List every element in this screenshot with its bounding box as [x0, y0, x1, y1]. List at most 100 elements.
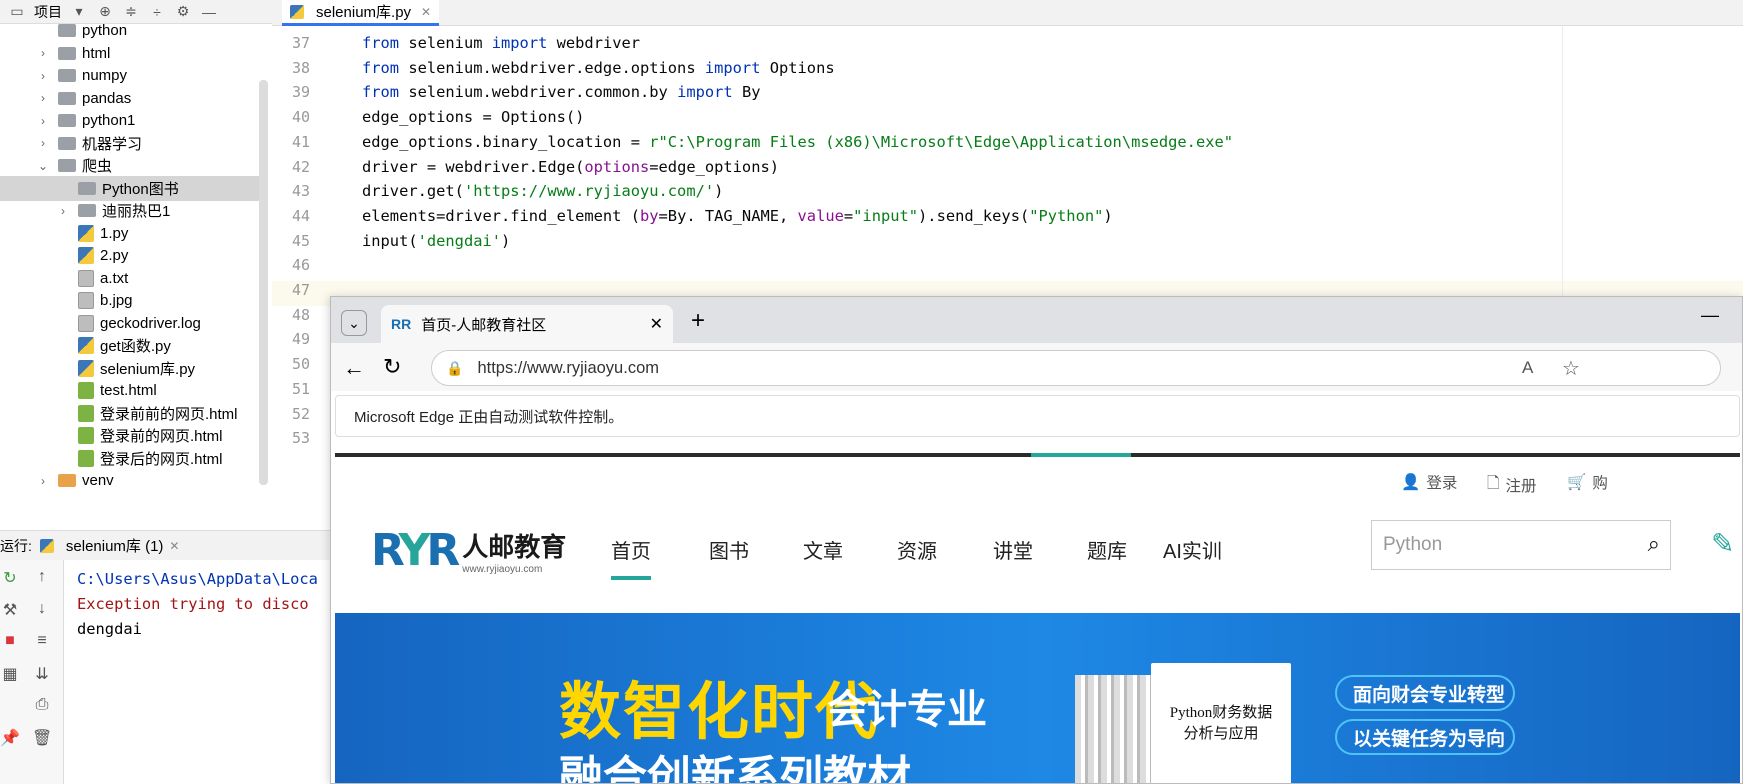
soft-wrap-icon[interactable]: ≡: [32, 632, 52, 650]
site-nav-item[interactable]: 题库: [1087, 535, 1127, 564]
promo-banner[interactable]: 数智化时代 会计专业 融合创新系列教材 Python财务数据 分析与应用 面向财…: [335, 613, 1740, 783]
layout-icon[interactable]: ▦: [0, 664, 20, 684]
read-aloud-icon[interactable]: A: [1522, 358, 1533, 378]
tree-item[interactable]: › python1: [0, 108, 262, 133]
tree-scrollbar[interactable]: [259, 80, 268, 485]
chevron-icon[interactable]: ›: [36, 91, 50, 105]
console-line: Exception trying to disco: [77, 595, 309, 613]
site-nav-item[interactable]: AI实训: [1163, 535, 1222, 564]
login-link[interactable]: 👤 登录: [1401, 471, 1457, 493]
tree-item-label: 2.py: [100, 247, 129, 264]
py-file-icon: [78, 224, 94, 242]
code-line[interactable]: edge_options.binary_location = r"C:\Prog…: [362, 133, 1233, 151]
chevron-down-icon[interactable]: ▾: [70, 3, 88, 20]
tree-item[interactable]: › venv: [0, 468, 262, 493]
tree-item[interactable]: a.txt: [0, 266, 262, 291]
site-search-input[interactable]: Python ⌕: [1371, 520, 1671, 570]
tree-item[interactable]: Python图书: [0, 175, 262, 201]
tree-item[interactable]: b.jpg: [0, 288, 262, 313]
chevron-icon[interactable]: ›: [36, 114, 50, 128]
folder-icon: ▭: [10, 3, 24, 19]
edit-icon[interactable]: ✎: [1711, 527, 1734, 560]
expand-all-icon[interactable]: ≑: [122, 3, 140, 20]
tab-actions-icon[interactable]: ⌄: [341, 310, 367, 336]
minimize-window-icon[interactable]: —: [1701, 305, 1719, 326]
browser-tab[interactable]: RR 首页-人邮教育社区 ✕: [381, 305, 673, 343]
chevron-icon[interactable]: ›: [36, 46, 50, 60]
line-number: 52: [291, 404, 310, 423]
refresh-icon[interactable]: ↻: [383, 354, 401, 380]
register-link[interactable]: 🗋 注册: [1487, 471, 1536, 498]
tree-item-label: 机器学习: [82, 135, 143, 153]
tree-item[interactable]: › 迪丽热巴1: [0, 198, 262, 223]
up-icon[interactable]: ↑: [32, 568, 52, 586]
project-label[interactable]: 项目: [34, 2, 62, 22]
site-nav-item[interactable]: 资源: [897, 535, 937, 564]
site-logo[interactable]: RYR 人邮教育 www.ryjiaoyu.com: [371, 525, 566, 576]
code-line[interactable]: from selenium import webdriver: [362, 34, 640, 52]
collapse-all-icon[interactable]: ÷: [148, 4, 166, 20]
code-line[interactable]: elements=driver.find_element (by=By. TAG…: [362, 207, 1113, 225]
gear-icon[interactable]: ⚙: [174, 3, 192, 20]
tree-item[interactable]: 2.py: [0, 243, 262, 268]
code-line[interactable]: from selenium.webdriver.common.by import…: [362, 83, 760, 101]
cart-link[interactable]: 🛒 购: [1567, 471, 1608, 493]
pin-icon[interactable]: 📌: [0, 728, 20, 748]
chevron-icon[interactable]: ⌄: [36, 159, 50, 173]
tree-item-label: get函数.py: [100, 338, 171, 355]
rerun-icon[interactable]: ↻: [0, 568, 20, 588]
wrench-icon[interactable]: ⚒: [0, 600, 20, 620]
code-line[interactable]: input('dengdai'): [362, 232, 510, 250]
tree-item[interactable]: 登录后的网页.html: [0, 446, 262, 471]
chevron-icon[interactable]: ›: [36, 69, 50, 83]
chevron-icon[interactable]: ›: [36, 474, 50, 488]
tree-item[interactable]: › 机器学习: [0, 131, 262, 156]
close-icon[interactable]: ✕: [421, 5, 431, 19]
folder-icon: [78, 181, 96, 195]
print-icon[interactable]: ⎙: [32, 696, 52, 714]
close-icon[interactable]: ✕: [169, 539, 179, 553]
tree-item[interactable]: test.html: [0, 378, 262, 403]
tree-item[interactable]: 1.py: [0, 221, 262, 246]
lock-icon[interactable]: 🔒: [446, 360, 463, 377]
scroll-to-end-icon[interactable]: ⇊: [32, 664, 52, 684]
tree-item[interactable]: 登录前的网页.html: [0, 423, 262, 448]
site-nav-item[interactable]: 讲堂: [993, 535, 1033, 564]
site-nav-item[interactable]: 首页: [611, 535, 651, 580]
tree-item[interactable]: selenium库.py: [0, 356, 262, 381]
code-line[interactable]: driver = webdriver.Edge(options=edge_opt…: [362, 158, 779, 176]
code-line[interactable]: driver.get('https://www.ryjiaoyu.com/'): [362, 182, 723, 200]
tree-item[interactable]: get函数.py: [0, 333, 262, 358]
tree-item[interactable]: 登录前前的网页.html: [0, 401, 262, 426]
run-tab[interactable]: selenium库 (1) ✕: [39, 535, 179, 556]
browser-navbar: ← ↻ 🔒 https://www.ryjiaoyu.com A ☆: [331, 343, 1742, 391]
minimize-icon[interactable]: —: [200, 4, 218, 20]
close-icon[interactable]: ✕: [650, 314, 663, 334]
tree-item-label: b.jpg: [100, 292, 133, 309]
site-nav-item[interactable]: 文章: [803, 535, 843, 564]
user-icon: 👤: [1401, 473, 1421, 491]
trash-icon[interactable]: 🗑: [32, 728, 52, 748]
tree-item[interactable]: › pandas: [0, 86, 262, 111]
favorite-star-icon[interactable]: ☆: [1562, 356, 1580, 381]
editor-tab[interactable]: selenium库.py ✕: [282, 0, 440, 26]
code-line[interactable]: edge_options = Options(): [362, 108, 584, 126]
console-output[interactable]: C:\Users\Asus\AppData\Loca Exception tryi…: [64, 560, 332, 784]
address-bar[interactable]: 🔒 https://www.ryjiaoyu.com A ☆: [431, 350, 1721, 386]
back-icon[interactable]: ←: [343, 355, 365, 381]
stop-icon[interactable]: ■: [0, 632, 20, 650]
chevron-icon[interactable]: ›: [36, 136, 50, 150]
banner-pill-1: 面向财会专业转型: [1335, 675, 1515, 711]
new-tab-icon[interactable]: +: [691, 307, 705, 335]
site-nav-item[interactable]: 图书: [709, 535, 749, 564]
chevron-icon[interactable]: ›: [56, 204, 70, 218]
tree-item[interactable]: › numpy: [0, 63, 262, 88]
locate-icon[interactable]: ⊕: [96, 3, 114, 20]
down-icon[interactable]: ↓: [32, 600, 52, 618]
tree-item[interactable]: geckodriver.log: [0, 311, 262, 336]
tree-item-label: numpy: [82, 67, 128, 84]
tree-item[interactable]: ⌄ 爬虫: [0, 153, 262, 178]
tree-item[interactable]: › html: [0, 41, 262, 66]
search-icon[interactable]: ⌕: [1648, 531, 1660, 557]
code-line[interactable]: from selenium.webdriver.edge.options imp…: [362, 59, 835, 77]
